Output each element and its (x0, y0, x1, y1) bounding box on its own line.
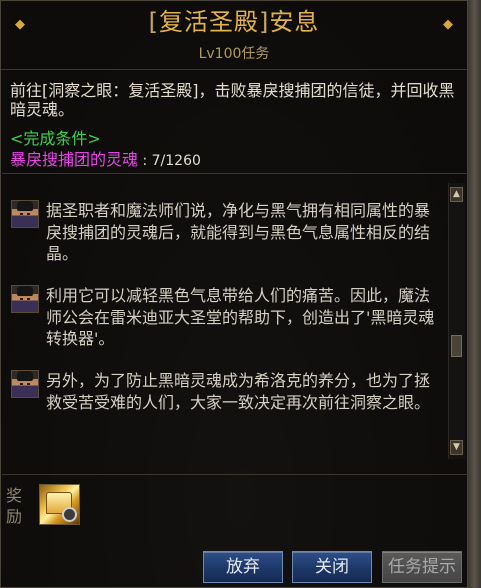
abandon-button[interactable]: 放弃 (203, 551, 283, 583)
quest-window: ◆ ◆ [复活圣殿]安息 Lv100任务 前往[洞察之眼：复活圣殿]，击败暴戾搜… (0, 0, 468, 588)
npc-portrait-icon (11, 370, 39, 398)
title-bracket-close: ] (259, 8, 270, 36)
condition-target: 暴戾搜捕团的灵魂 (10, 150, 139, 169)
scroll-up-icon[interactable]: ▲ (450, 187, 463, 202)
dialogue-scrollbar[interactable]: ▲ ▼ (448, 183, 465, 459)
dialogue-text: 另外，为了防止黑暗灵魂成为希洛克的养分，也为了拯救受苦受难的人们，大家一致决定再… (46, 371, 431, 412)
title-bracket-open: [ (148, 8, 159, 36)
scroll-thumb[interactable] (451, 335, 462, 357)
title-quest-name: 安息 (269, 8, 320, 36)
quest-hint-button[interactable]: 任务提示 (382, 551, 462, 583)
quest-level: Lv100任务 (198, 46, 270, 62)
npc-portrait-icon (11, 285, 39, 313)
section-divider (2, 173, 468, 174)
background-edge (468, 0, 481, 588)
reward-label: 奖励 (6, 486, 23, 526)
scroll-down-icon[interactable]: ▼ (450, 440, 463, 455)
quest-objective: 前往[洞察之眼：复活圣殿]，击败暴戾搜捕团的信徒，并回收黑暗灵魂。 (10, 81, 455, 119)
section-divider (2, 474, 468, 475)
title-location: 复活圣殿 (159, 8, 259, 36)
dialogue-text: 利用它可以减轻黑色气息带给人们的痛苦。因此，魔法师公会在雷米迪亚大圣堂的帮助下，… (46, 286, 435, 348)
close-button[interactable]: 关闭 (292, 551, 372, 583)
quest-title: [复活圣殿]安息 (1, 5, 467, 39)
npc-portrait-icon (11, 200, 39, 228)
dialogue-text: 据圣职者和魔法师们说，净化与黑气拥有相同属性的暴戾搜捕团的灵魂后，就能得到与黑色… (46, 201, 431, 263)
gear-badge-icon (62, 507, 77, 522)
dialogue-list[interactable]: 据圣职者和魔法师们说，净化与黑气拥有相同属性的暴戾搜捕团的灵魂后，就能得到与黑色… (2, 183, 448, 459)
completion-condition: 暴戾搜捕团的灵魂 : 7/1260 (10, 146, 201, 170)
golden-chest-icon[interactable] (39, 484, 80, 525)
condition-progress: : 7/1260 (138, 153, 201, 169)
quest-header: ◆ ◆ [复活圣殿]安息 Lv100任务 (1, 1, 467, 70)
